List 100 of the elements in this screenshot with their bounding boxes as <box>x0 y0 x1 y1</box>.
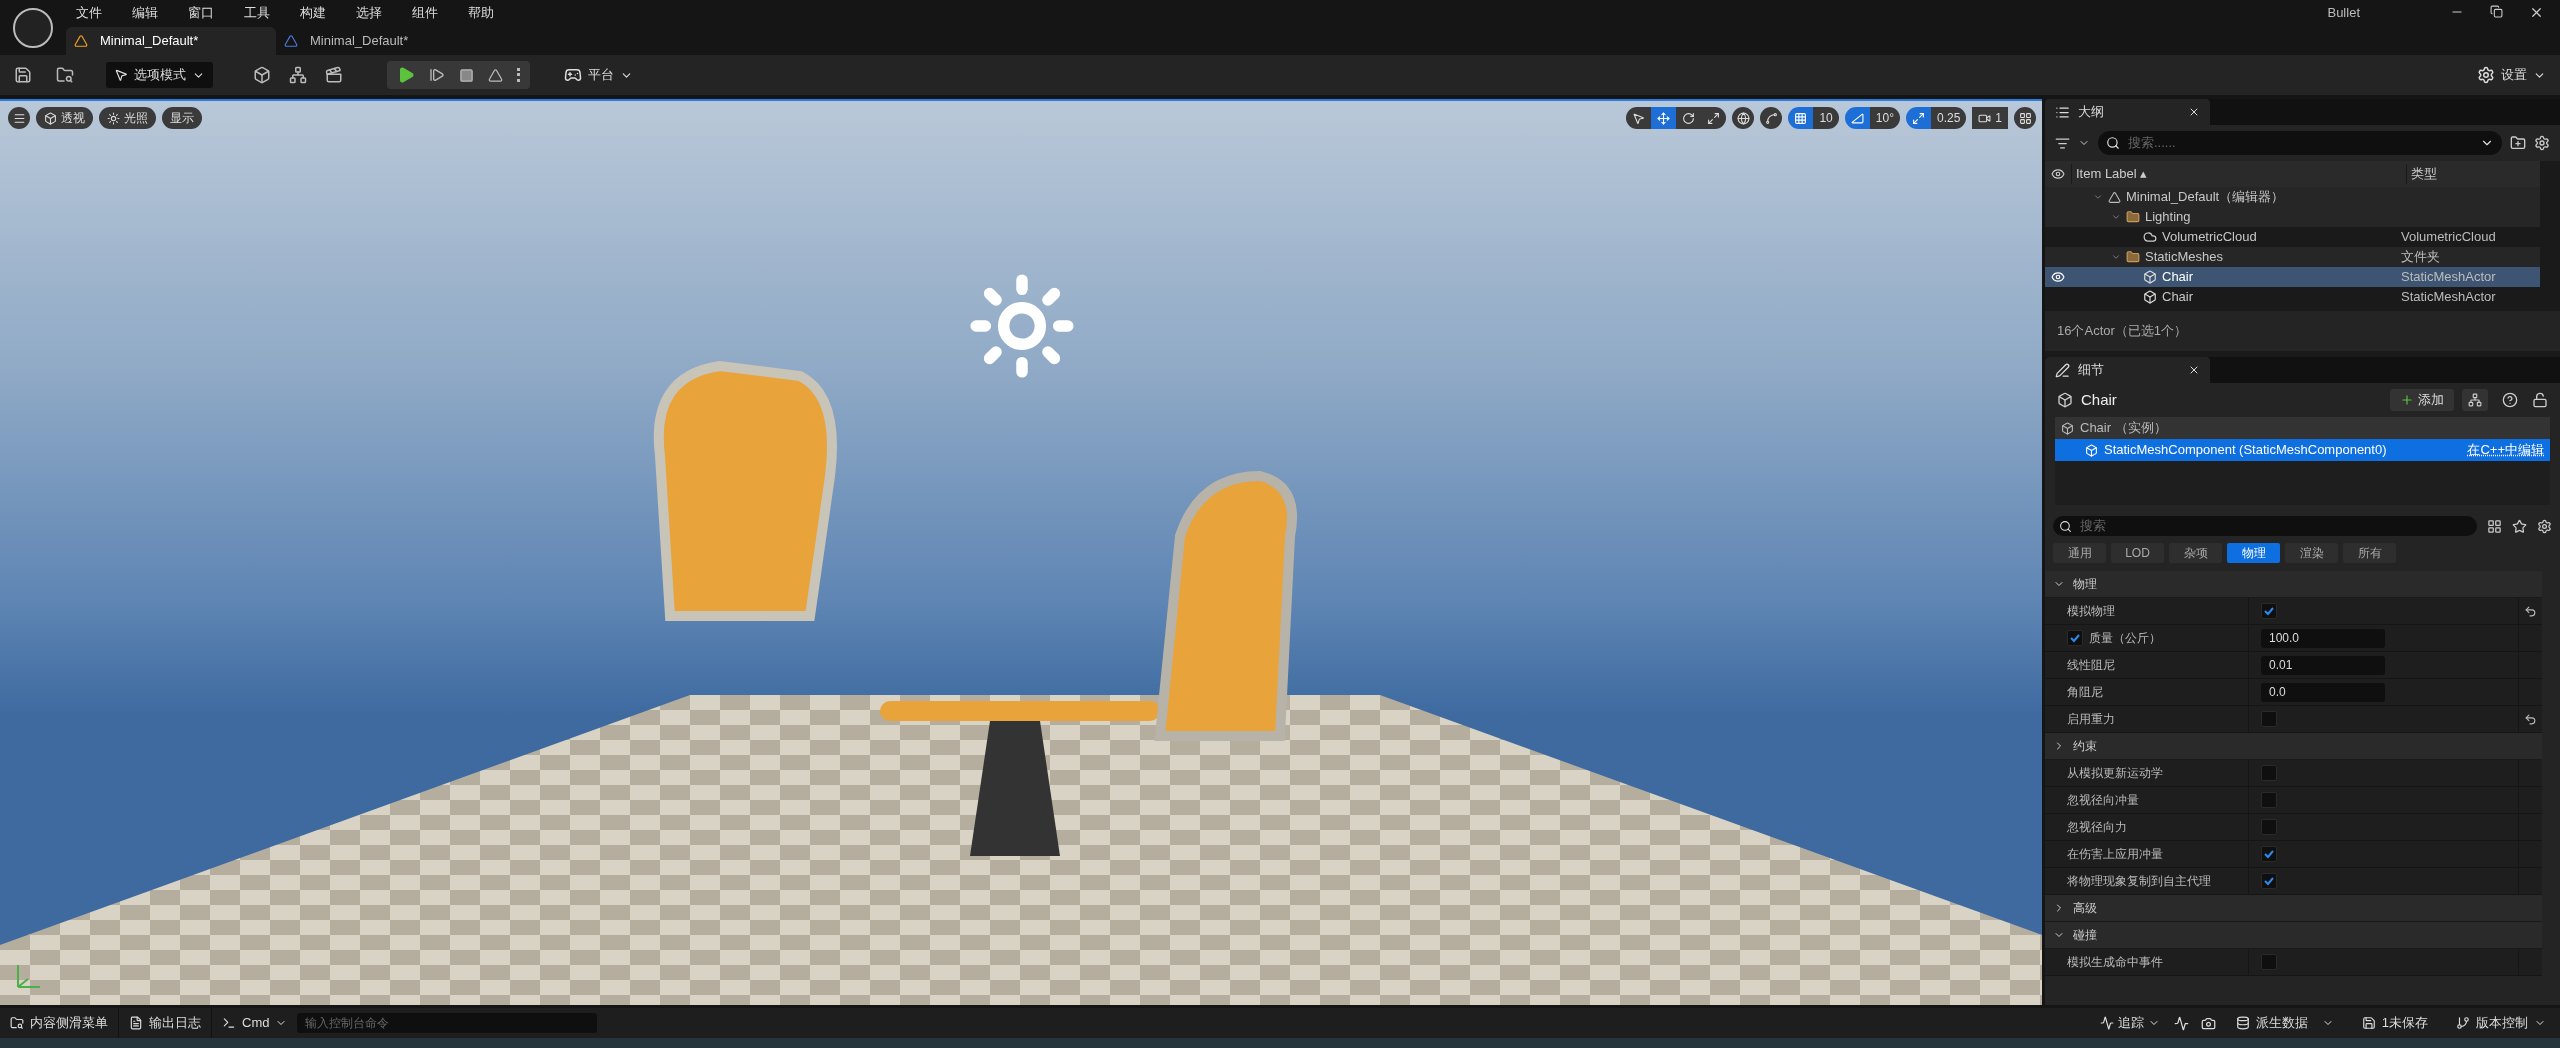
snap-toggle[interactable] <box>1788 107 1814 129</box>
close-icon[interactable] <box>2529 5 2544 20</box>
checkbox[interactable] <box>2261 792 2277 808</box>
layout-button[interactable] <box>2014 107 2036 129</box>
close-icon[interactable] <box>2188 106 2200 118</box>
document-tab[interactable]: Minimal_Default* <box>66 27 276 55</box>
panel-tab[interactable]: 细节 <box>2045 357 2210 383</box>
menu-item[interactable]: 工具 <box>234 2 280 23</box>
platform-dropdown[interactable]: 平台 <box>564 65 633 85</box>
section-header[interactable]: 物理 <box>2045 571 2542 598</box>
checkbox[interactable] <box>2261 954 2277 970</box>
section-header[interactable]: 约束 <box>2045 733 2542 760</box>
document-tab[interactable]: Minimal_Default* <box>276 27 486 55</box>
transform-tool-button[interactable] <box>1651 107 1677 129</box>
menu-item[interactable]: 帮助 <box>458 2 504 23</box>
reset-icon[interactable] <box>2524 712 2537 726</box>
grid-view-icon[interactable] <box>2487 518 2502 534</box>
transform-tool-button[interactable] <box>1626 107 1652 129</box>
menu-item[interactable]: 文件 <box>66 2 112 23</box>
unsaved-button[interactable]: 1未保存 <box>2347 1013 2442 1033</box>
snap-value[interactable]: 0.25 <box>1930 107 1967 129</box>
viewport-option-button[interactable]: 显示 <box>162 107 202 129</box>
menu-item[interactable]: 组件 <box>402 2 448 23</box>
outliner-row[interactable]: Lighting <box>2045 207 2540 227</box>
save-icon[interactable] <box>14 66 32 84</box>
close-icon[interactable] <box>2188 364 2200 376</box>
checkbox[interactable] <box>2067 630 2083 646</box>
checkbox[interactable] <box>2261 819 2277 835</box>
menu-item[interactable]: 窗口 <box>178 2 224 23</box>
snap-value[interactable]: 10 <box>1813 107 1839 129</box>
browse-icon[interactable] <box>56 66 74 84</box>
eject-icon[interactable] <box>488 67 503 83</box>
number-field[interactable]: 100.0 <box>2261 628 2385 648</box>
settings-icon[interactable] <box>2537 518 2552 534</box>
snap-toggle[interactable] <box>1844 107 1870 129</box>
surface-snap-button[interactable] <box>1760 107 1783 129</box>
checkbox[interactable] <box>2261 846 2277 862</box>
trace-dropdown[interactable]: 追踪 <box>2091 1013 2168 1033</box>
outliner-row[interactable]: Chair StaticMeshActor <box>2045 267 2540 287</box>
filter-tab[interactable]: 渲染 <box>2285 543 2338 563</box>
reset-icon[interactable] <box>2524 604 2537 618</box>
filter-tab[interactable]: LOD <box>2111 543 2164 563</box>
number-field[interactable]: 0.0 <box>2261 682 2385 702</box>
filter-tab[interactable]: 杂项 <box>2169 543 2222 563</box>
engine-logo-icon[interactable] <box>13 7 53 48</box>
cmd-dropdown[interactable]: Cmd <box>212 1008 298 1038</box>
camera-speed-button[interactable]: 1 <box>1972 107 2008 129</box>
restore-icon[interactable] <box>2490 5 2503 18</box>
source-control-dropdown[interactable]: 版本控制 <box>2442 1013 2560 1033</box>
section-header[interactable]: 高级 <box>2045 895 2542 922</box>
help-icon[interactable] <box>2502 392 2518 408</box>
checkbox[interactable] <box>2261 765 2277 781</box>
star-icon[interactable] <box>2512 518 2527 534</box>
checkbox[interactable] <box>2261 603 2277 619</box>
filter-tab[interactable]: 所有 <box>2343 543 2396 563</box>
blueprint-icon[interactable] <box>289 66 307 84</box>
add-button[interactable]: 添加 <box>2390 389 2454 411</box>
component-row[interactable]: StaticMeshComponent (StaticMeshComponent0) 在C++中编辑 <box>2055 439 2550 461</box>
lock-icon[interactable] <box>2532 392 2548 408</box>
transform-tool-button[interactable] <box>1701 107 1727 129</box>
more-icon[interactable] <box>517 68 520 82</box>
outliner-row[interactable]: Minimal_Default（编辑器） <box>2045 187 2540 207</box>
stop-icon[interactable] <box>459 67 474 83</box>
menu-item[interactable]: 构建 <box>290 2 336 23</box>
record-icon[interactable] <box>2173 1015 2189 1031</box>
number-field[interactable]: 0.01 <box>2261 655 2385 675</box>
filter-icon[interactable] <box>2055 135 2070 151</box>
viewport-option-button[interactable]: 光照 <box>99 107 156 129</box>
visibility-icon[interactable] <box>2051 270 2065 284</box>
step-icon[interactable] <box>429 67 445 83</box>
snap-value[interactable]: 10° <box>1869 107 1900 129</box>
settings-icon[interactable] <box>2534 135 2550 151</box>
menu-item[interactable]: 选择 <box>346 2 392 23</box>
checkbox[interactable] <box>2261 711 2277 727</box>
viewport-menu-button[interactable] <box>8 107 30 129</box>
edit-in-cpp-link[interactable]: 在C++中编辑 <box>2467 440 2544 460</box>
filter-tab[interactable]: 物理 <box>2227 543 2280 563</box>
play-icon[interactable] <box>397 66 415 84</box>
snap-toggle[interactable] <box>1905 107 1931 129</box>
settings-button[interactable]: 设置 <box>2477 65 2546 85</box>
column-header[interactable]: 类型 <box>2406 164 2437 184</box>
blueprint-button[interactable] <box>2462 389 2488 411</box>
column-header[interactable]: Item Label ▴ <box>2071 164 2406 184</box>
snapshot-icon[interactable] <box>2200 1015 2216 1031</box>
component-row[interactable]: Chair （实例） <box>2055 417 2550 439</box>
viewport-option-button[interactable]: 透视 <box>36 107 93 129</box>
transform-tool-button[interactable] <box>1676 107 1702 129</box>
new-folder-icon[interactable] <box>2510 135 2526 151</box>
cinematics-icon[interactable] <box>325 66 343 84</box>
panel-tab[interactable]: 大纲 <box>2045 99 2210 125</box>
derived-data-dropdown[interactable]: 派生数据 <box>2221 1013 2348 1033</box>
filter-tab[interactable]: 通用 <box>2053 543 2106 563</box>
world-space-button[interactable] <box>1732 107 1755 129</box>
outliner-row[interactable]: StaticMeshes 文件夹 <box>2045 247 2540 267</box>
menu-item[interactable]: 编辑 <box>122 2 168 23</box>
checkbox[interactable] <box>2261 873 2277 889</box>
section-header[interactable]: 碰撞 <box>2045 922 2542 949</box>
mode-dropdown[interactable]: 选项模式 <box>106 62 213 88</box>
viewport-scene[interactable]: 透视 光照 显示 10 10° 0.25 1 <box>0 99 2042 1005</box>
add-actor-icon[interactable] <box>253 66 271 84</box>
